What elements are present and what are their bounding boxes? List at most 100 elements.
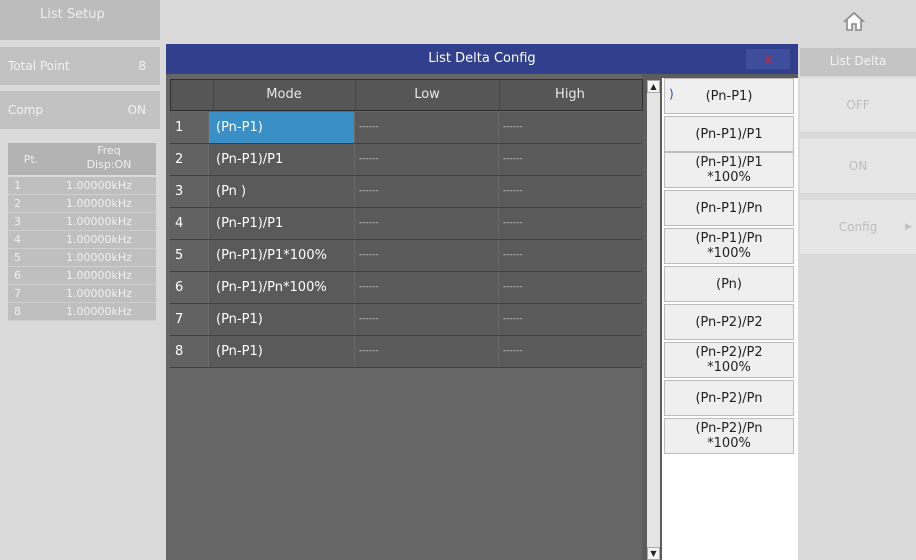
row-index: 1 [170,112,208,143]
table-row: 8 (Pn-P1) ------ ------ [170,336,642,368]
list-points: 1 1.00000kHz 2 1.00000kHz 3 1.00000kHz 4 1.0000… [8,177,156,321]
point-number: 8 [14,305,21,318]
mode-options-list: ) (Pn-P1) (Pn-P1)/P1 (Pn-P1)/P1 *100% (Pn-P1)… [662,78,798,560]
mode-cell[interactable]: (Pn-P1)/P1 [208,208,354,239]
mode-cell[interactable]: (Pn-P1) [208,336,354,367]
scroll-down-icon[interactable]: ▼ [647,547,660,560]
point-frequency: 1.00000kHz [66,287,132,300]
comp-label: Comp [8,103,44,117]
config-button[interactable]: Config ▶ [800,200,916,255]
mode-option-button[interactable]: (Pn) [664,266,794,302]
comp-row[interactable]: Comp ON [0,91,160,129]
mode-option-label: (Pn-P1)/P1 [695,126,763,142]
point-number: 2 [14,197,21,210]
total-point-label: Total Point [8,59,70,73]
mode-column-header: Mode [213,80,356,110]
mode-option-button[interactable]: ) (Pn-P1) [664,78,794,114]
mode-cell[interactable]: (Pn-P1) [208,112,354,143]
point-frequency: 1.00000kHz [66,269,132,282]
high-cell[interactable]: ------ [498,336,642,367]
low-cell[interactable]: ------ [354,272,498,303]
row-index: 5 [170,240,208,271]
mode-option-button[interactable]: (Pn-P2)/P2 [664,304,794,340]
scroll-up-icon[interactable]: ▲ [647,80,660,93]
home-button[interactable] [842,10,880,38]
high-cell[interactable]: ------ [498,112,642,143]
list-header: Pt. Freq Disp:ON [8,143,156,175]
list-item[interactable]: 2 1.00000kHz [8,195,156,213]
low-cell[interactable]: ------ [354,240,498,271]
off-button[interactable]: OFF [800,78,916,133]
mode-option-button[interactable]: (Pn-P2)/Pn [664,380,794,416]
low-cell[interactable]: ------ [354,112,498,143]
mode-cell[interactable]: (Pn-P1)/P1*100% [208,240,354,271]
home-icon [842,11,866,31]
mode-option-label: (Pn) [716,276,742,292]
mode-option-button[interactable]: (Pn-P1)/Pn *100% [664,228,794,264]
row-index: 7 [170,304,208,335]
low-cell[interactable]: ------ [354,144,498,175]
list-item[interactable]: 7 1.00000kHz [8,285,156,303]
mode-option-label: (Pn-P2)/Pn [695,390,763,406]
table-row: 3 (Pn ) ------ ------ [170,176,642,208]
table-row: 2 (Pn-P1)/P1 ------ ------ [170,144,642,176]
point-number: 3 [14,215,21,228]
list-item[interactable]: 8 1.00000kHz [8,303,156,321]
screen-title: List Setup [0,0,160,40]
mode-option-button[interactable]: (Pn-P1)/Pn [664,190,794,226]
comp-value: ON [127,103,146,117]
row-index: 6 [170,272,208,303]
list-delta-header: List Delta [800,48,916,76]
table-row: 4 (Pn-P1)/P1 ------ ------ [170,208,642,240]
mode-option-label: (Pn-P2)/Pn *100% [695,421,763,451]
high-cell[interactable]: ------ [498,176,642,207]
list-item[interactable]: 6 1.00000kHz [8,267,156,285]
low-cell[interactable]: ------ [354,176,498,207]
list-item[interactable]: 5 1.00000kHz [8,249,156,267]
close-button[interactable]: x [746,49,790,69]
list-delta-config-dialog: List Delta Config x Mode Low High 1 (Pn-P… [166,44,798,560]
row-index: 8 [170,336,208,367]
pt-column-header: Pt. [23,153,39,166]
mode-option-label: (Pn-P2)/P2 [695,314,763,330]
mode-cell[interactable]: (Pn-P1) [208,304,354,335]
vertical-scrollbar[interactable]: ▲ ▼ [647,80,660,560]
mode-option-button[interactable]: (Pn-P1)/P1 *100% [664,152,794,188]
point-frequency: 1.00000kHz [66,305,132,318]
high-cell[interactable]: ------ [498,240,642,271]
point-number: 6 [14,269,21,282]
table-row: 7 (Pn-P1) ------ ------ [170,304,642,336]
table-row: 6 (Pn-P1)/Pn*100% ------ ------ [170,272,642,304]
row-index: 3 [170,176,208,207]
mode-option-label: (Pn-P2)/P2 *100% [695,345,763,375]
list-item[interactable]: 1 1.00000kHz [8,177,156,195]
mode-option-button[interactable]: (Pn-P2)/Pn *100% [664,418,794,454]
point-number: 5 [14,251,21,264]
freq-column-header: Freq Disp:ON [86,144,132,171]
selection-marker-icon: ) [669,87,674,101]
table-header: Mode Low High [170,79,643,111]
table-body: 1 (Pn-P1) ------ ------ 2 (Pn-P1)/P1 ------ ---… [170,112,642,368]
high-cell[interactable]: ------ [498,208,642,239]
mode-option-label: (Pn-P1)/P1 *100% [695,155,763,185]
list-item[interactable]: 3 1.00000kHz [8,213,156,231]
low-column-header: Low [355,80,500,110]
mode-cell[interactable]: (Pn ) [208,176,354,207]
point-frequency: 1.00000kHz [66,197,132,210]
high-cell[interactable]: ------ [498,144,642,175]
list-item[interactable]: 4 1.00000kHz [8,231,156,249]
low-cell[interactable]: ------ [354,304,498,335]
low-cell[interactable]: ------ [354,336,498,367]
high-cell[interactable]: ------ [498,304,642,335]
row-index: 2 [170,144,208,175]
mode-option-button[interactable]: (Pn-P1)/P1 [664,116,794,152]
low-cell[interactable]: ------ [354,208,498,239]
mode-cell[interactable]: (Pn-P1)/P1 [208,144,354,175]
point-frequency: 1.00000kHz [66,179,132,192]
total-point-row[interactable]: Total Point 8 [0,47,160,85]
mode-option-button[interactable]: (Pn-P2)/P2 *100% [664,342,794,378]
delta-table: Mode Low High 1 (Pn-P1) ------ ------ 2 (Pn-P… [166,74,643,560]
mode-cell[interactable]: (Pn-P1)/Pn*100% [208,272,354,303]
high-cell[interactable]: ------ [498,272,642,303]
on-button[interactable]: ON [800,139,916,194]
